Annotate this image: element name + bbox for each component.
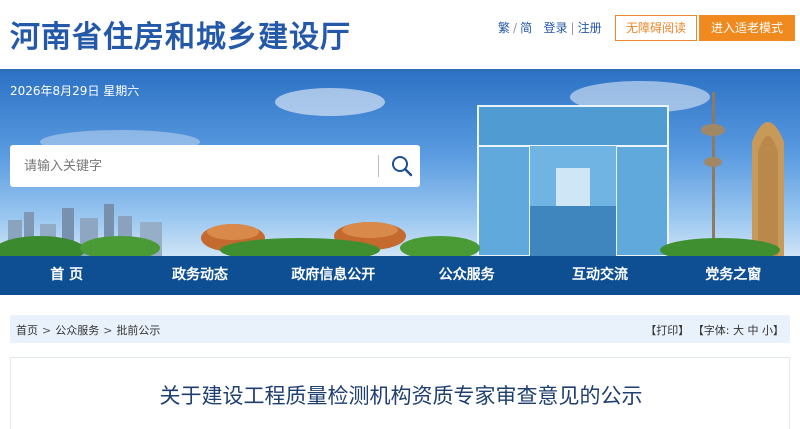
font-size-suffix: 】	[773, 324, 784, 337]
accessibility-reading-button[interactable]: 无障碍阅读	[615, 15, 697, 41]
breadcrumb-public-services[interactable]: 公众服务	[55, 324, 99, 337]
elder-mode-button[interactable]: 进入适老模式	[699, 15, 795, 41]
breadcrumb: 首页 > 公众服务 > 批前公示	[16, 322, 160, 338]
page: 河南省住房和城乡建设厅 繁 / 简 登录 | 注册 无障碍阅读 进入适老模式 2…	[0, 0, 800, 429]
font-size-label: 【字体:	[692, 324, 730, 337]
breadcrumb-separator: >	[103, 324, 113, 337]
font-size-large[interactable]: 大	[733, 324, 744, 337]
breadcrumb-bar: 首页 > 公众服务 > 批前公示 【打印】 【字体: 大 中 小】	[10, 315, 790, 343]
search-divider	[378, 155, 379, 177]
nav-item-public-services[interactable]: 公众服务	[400, 256, 533, 295]
breadcrumb-home[interactable]: 首页	[16, 324, 38, 337]
article-title: 关于建设工程质量检测机构资质专家审查意见的公示	[159, 384, 643, 408]
article-panel: 关于建设工程质量检测机构资质专家审查意见的公示	[10, 357, 790, 429]
main-nav: 首 页 政务动态 政府信息公开 公众服务 互动交流 党务之窗	[0, 256, 800, 295]
nav-item-interaction[interactable]: 互动交流	[533, 256, 666, 295]
login-register-divider: |	[570, 21, 575, 35]
lang-separator: /	[513, 21, 518, 35]
traditional-chinese-link[interactable]: 繁	[498, 21, 510, 35]
current-date: 2026年8月29日 星期六	[10, 84, 140, 98]
page-tools: 【打印】 【字体: 大 中 小】	[645, 322, 784, 338]
site-title: 河南省住房和城乡建设厅	[10, 20, 351, 55]
nav-item-government-news[interactable]: 政务动态	[133, 256, 266, 295]
font-size-small[interactable]: 小	[762, 324, 773, 337]
search-icon	[392, 156, 413, 177]
search-button[interactable]	[390, 154, 414, 178]
banner: 2026年8月29日 星期六	[0, 72, 800, 256]
nav-item-information-disclosure[interactable]: 政府信息公开	[267, 256, 400, 295]
print-button[interactable]: 【打印】	[645, 324, 689, 337]
nav-item-home[interactable]: 首 页	[0, 256, 133, 295]
simplified-chinese-link[interactable]: 简	[520, 21, 532, 35]
breadcrumb-separator: >	[42, 324, 52, 337]
top-links: 繁 / 简 登录 | 注册	[498, 19, 602, 36]
search-input[interactable]	[24, 156, 364, 176]
search-box	[10, 145, 420, 187]
register-link[interactable]: 注册	[578, 21, 602, 35]
login-link[interactable]: 登录	[544, 21, 568, 35]
font-size-medium[interactable]: 中	[748, 324, 759, 337]
nav-item-party-affairs[interactable]: 党务之窗	[667, 256, 800, 295]
site-header: 河南省住房和城乡建设厅 繁 / 简 登录 | 注册 无障碍阅读 进入适老模式	[0, 0, 800, 72]
breadcrumb-pre-approval-notice[interactable]: 批前公示	[116, 324, 160, 337]
